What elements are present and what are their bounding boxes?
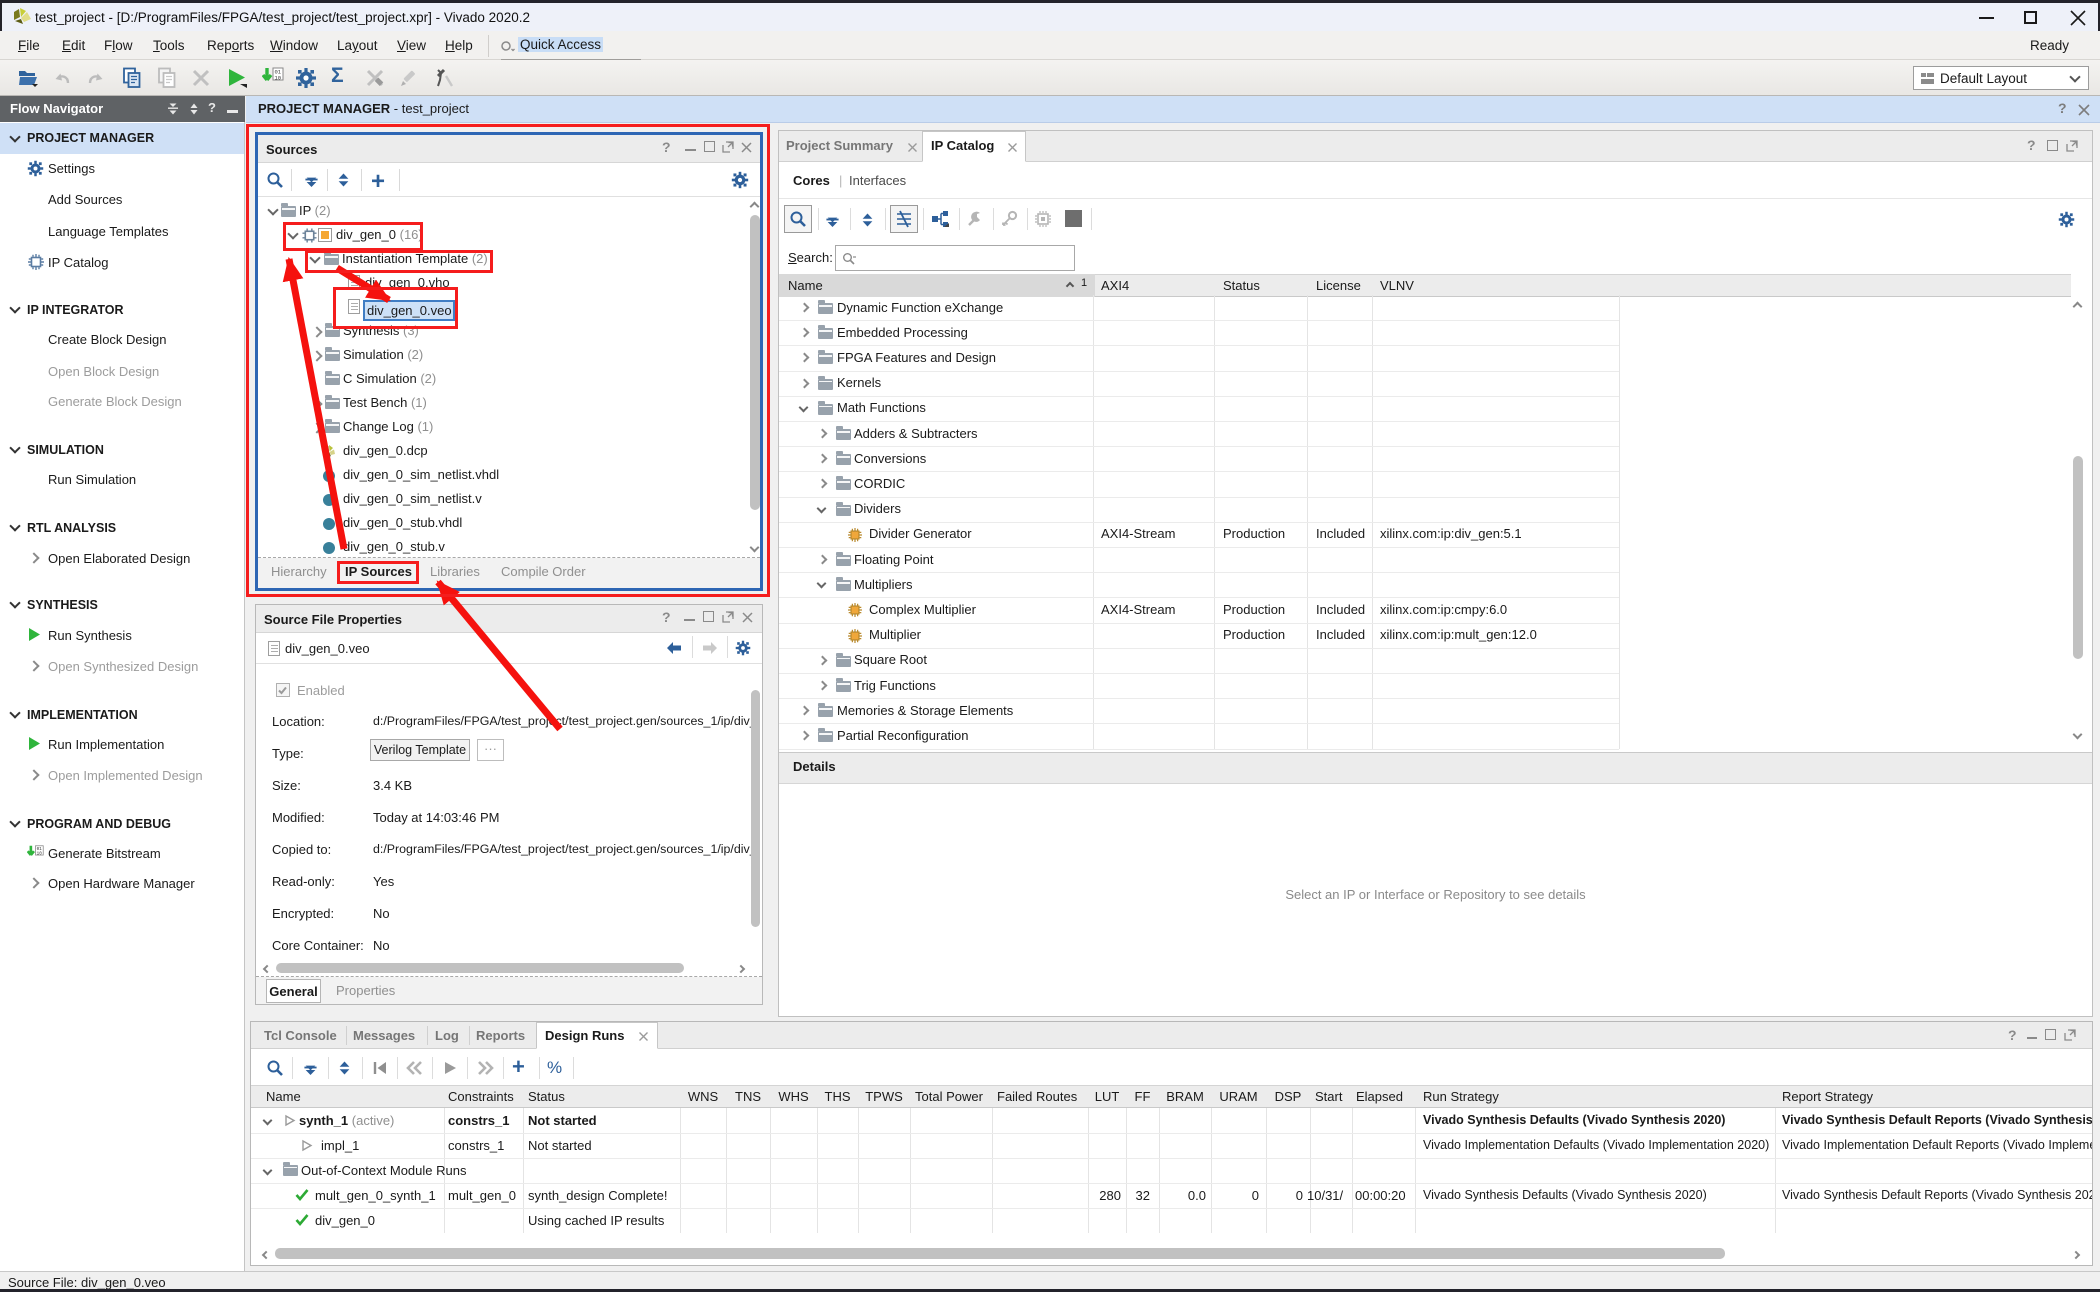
svg-text:10: 10: [37, 852, 43, 857]
svg-text:10: 10: [275, 75, 282, 82]
